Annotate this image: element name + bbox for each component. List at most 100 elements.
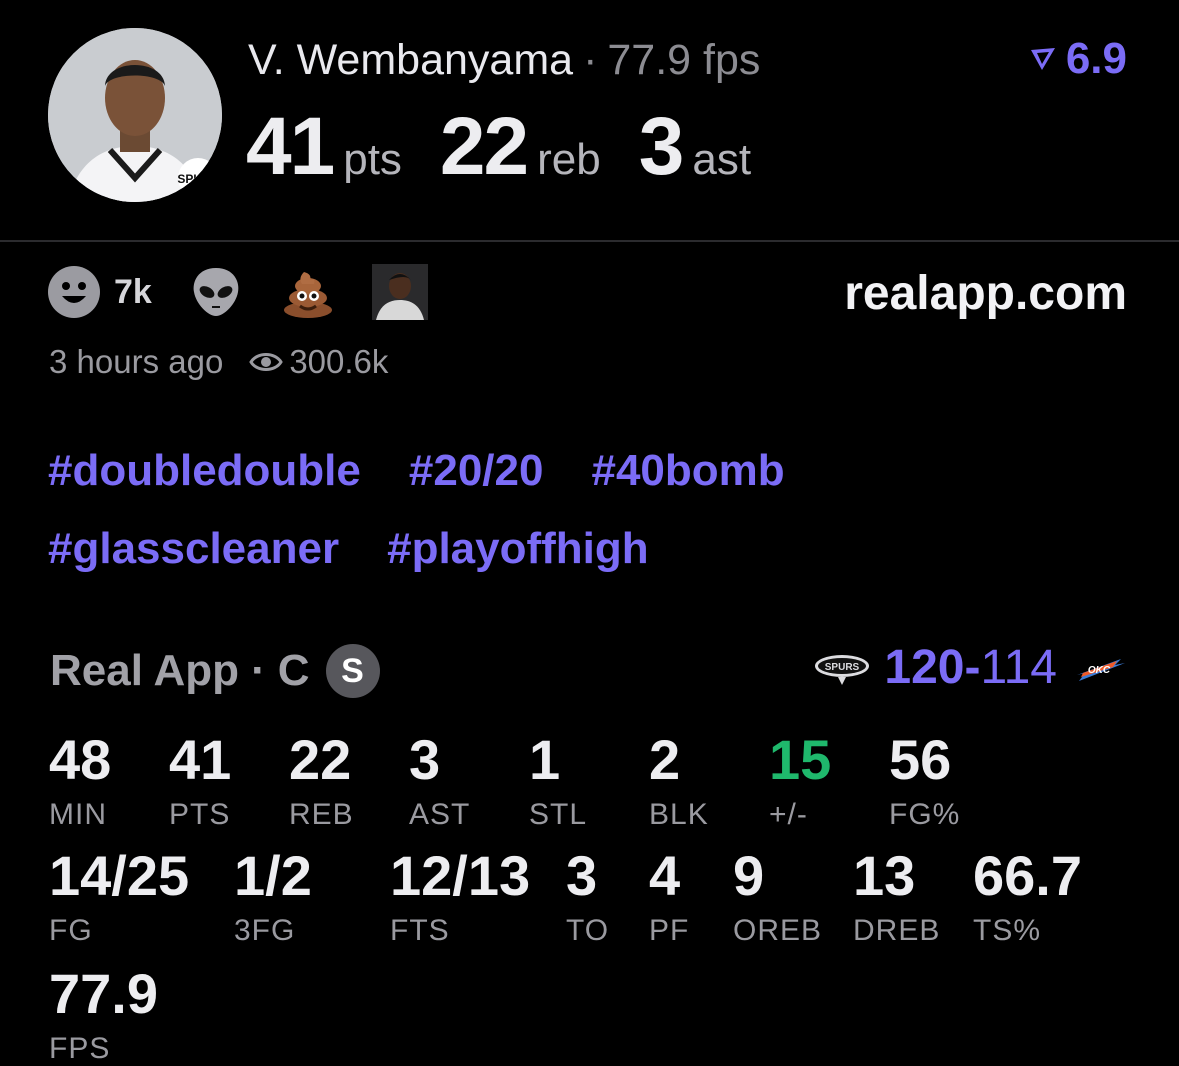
ast-unit: ast — [692, 135, 752, 184]
stat-label: BLK — [649, 798, 709, 831]
stat-label: MIN — [49, 798, 107, 831]
stat-dreb: 13 DREB — [853, 848, 940, 948]
home-score: 120 — [884, 641, 965, 694]
reaction-smiley[interactable]: 7k — [46, 264, 152, 320]
reaction-alien[interactable] — [188, 264, 244, 320]
spurs-mini-logo: SPURS — [177, 172, 218, 186]
pts-value: 41 — [246, 101, 335, 192]
stat-label: FG — [49, 914, 93, 947]
source-name: Real App — [50, 646, 240, 695]
smiley-face-icon — [48, 266, 100, 318]
stat-value: 22 — [289, 728, 352, 791]
stat-fg-pct: 56 FG% — [889, 732, 960, 832]
stat-pts: 41 PTS — [169, 732, 231, 832]
post-meta: 3 hours ago 300.6k — [49, 343, 388, 381]
stat-value: 77.9 — [49, 962, 158, 1025]
stat-value: 3 — [409, 728, 441, 791]
stat-label: AST — [409, 798, 471, 831]
stat-label: FTS — [390, 914, 450, 947]
stat-label: FG% — [889, 798, 961, 831]
alien-face-icon — [193, 268, 239, 316]
post-time: 3 hours ago — [49, 343, 224, 380]
player-position: C — [277, 646, 310, 695]
stat-value: 66.7 — [973, 844, 1082, 907]
stat-value: 13 — [853, 844, 916, 907]
tag[interactable]: #40bomb — [591, 446, 784, 495]
stat-value: 1 — [529, 728, 561, 791]
player-name[interactable]: V. Wembanyama — [248, 36, 573, 84]
stat-label: PF — [649, 914, 690, 947]
poop-emoji-icon — [283, 272, 332, 318]
stat-value: 14/25 — [49, 844, 190, 907]
eye-icon — [249, 353, 284, 371]
stat-label: TS% — [973, 914, 1042, 947]
spurs-logo: SPURS — [815, 654, 870, 685]
rating-badge[interactable]: 6.9 — [1028, 34, 1127, 84]
stat-reb: 22 REB — [289, 732, 354, 832]
stat-value: 12/13 — [390, 844, 531, 907]
stat-value: 15 — [769, 728, 832, 791]
stat-label: +/- — [769, 798, 808, 831]
reb-unit: reb — [537, 135, 601, 184]
stat-label: TO — [566, 914, 610, 947]
stat-label: REB — [289, 798, 354, 831]
svg-text:OKC: OKC — [1088, 665, 1111, 676]
reaction-count: 7k — [114, 272, 152, 311]
tag[interactable]: #playoffhigh — [387, 524, 649, 573]
stat-min: 48 MIN — [49, 732, 111, 832]
stat-blk: 2 BLK — [649, 732, 709, 832]
score-dash: - — [964, 641, 981, 694]
user-avatar-icon — [371, 264, 428, 320]
reaction-user[interactable] — [371, 264, 428, 320]
stat-3fg: 1/2 3FG — [234, 848, 312, 948]
stat-value: 3 — [566, 844, 598, 907]
player-title: V. Wembanyama · 77.9 fps — [248, 36, 760, 85]
game-score[interactable]: SPURS 120-114 OKC — [800, 640, 1127, 695]
stat-label: STL — [529, 798, 588, 831]
stat-value: 2 — [649, 728, 681, 791]
headline-statline: 41 pts 22 reb 3 ast — [246, 100, 789, 194]
tags-row-1: #doubledouble #20/20 #40bomb — [48, 446, 1138, 496]
player-photo: SPURS — [48, 28, 222, 202]
stat-oreb: 9 OREB — [733, 848, 822, 948]
stat-plus-minus: 15 +/- — [769, 732, 831, 832]
stat-label: OREB — [733, 914, 823, 947]
source-line: Real App · C S — [50, 644, 380, 698]
svg-text:SPURS: SPURS — [825, 662, 860, 673]
rating-value: 6.9 — [1065, 34, 1127, 83]
tags-row-2: #glasscleaner #playoffhigh — [48, 524, 1138, 574]
stat-to: 3 TO — [566, 848, 609, 948]
tag[interactable]: #glasscleaner — [48, 524, 339, 573]
stat-label: PTS — [169, 798, 231, 831]
player-avatar[interactable]: SPURS — [48, 28, 222, 202]
stat-fg: 14/25 FG — [49, 848, 189, 948]
stat-pf: 4 PF — [649, 848, 689, 948]
pts-unit: pts — [343, 135, 402, 184]
ast-value: 3 — [638, 101, 685, 192]
thunder-logo: OKC — [1077, 658, 1125, 681]
stat-fps: 77.9 FPS — [49, 966, 158, 1066]
stat-value: 4 — [649, 844, 681, 907]
source-separator: · — [251, 646, 266, 695]
tag[interactable]: #doubledouble — [48, 446, 361, 495]
view-count: 300.6k — [289, 343, 389, 380]
stat-label: DREB — [853, 914, 941, 947]
tag[interactable]: #20/20 — [409, 446, 544, 495]
status-badge[interactable]: S — [325, 644, 380, 698]
stat-ts-pct: 66.7 TS% — [973, 848, 1082, 948]
stat-value: 1/2 — [234, 844, 312, 907]
away-score: 114 — [980, 641, 1057, 694]
site-link[interactable]: realapp.com — [844, 266, 1127, 321]
stat-fts: 12/13 FTS — [390, 848, 530, 948]
header-divider — [0, 240, 1179, 242]
stat-value: 48 — [49, 728, 112, 791]
stat-value: 41 — [169, 728, 232, 791]
stat-value: 56 — [889, 728, 952, 791]
real-rating-icon — [1030, 48, 1055, 70]
reb-value: 22 — [439, 101, 529, 192]
stat-value: 9 — [733, 844, 765, 907]
reaction-poop[interactable] — [280, 264, 336, 320]
stat-label: FPS — [49, 1032, 111, 1065]
stat-label: 3FG — [234, 914, 296, 947]
title-separator: · — [583, 36, 598, 84]
